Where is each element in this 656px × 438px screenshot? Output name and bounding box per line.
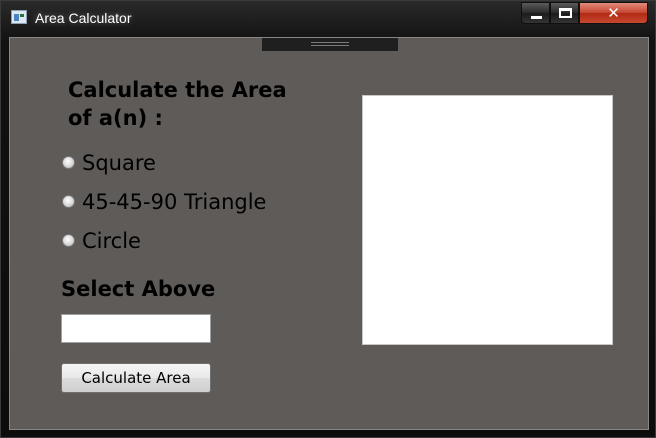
client-area: Calculate the Area of a(n) : Square 45-4… [9, 37, 649, 430]
close-button[interactable]: ✕ [579, 2, 648, 24]
page-heading: Calculate the Area of a(n) : [68, 78, 287, 130]
radio-label-triangle: 45-45-90 Triangle [82, 190, 267, 214]
drag-grip[interactable] [262, 38, 398, 51]
minimize-button[interactable] [521, 2, 550, 24]
select-prompt: Select Above [61, 277, 216, 301]
radio-button-icon[interactable] [62, 155, 75, 169]
radio-label-circle: Circle [82, 229, 141, 253]
calculate-area-button[interactable]: Calculate Area [61, 363, 211, 393]
app-window-icon[interactable] [11, 10, 27, 24]
radio-option-square[interactable]: Square [62, 148, 156, 178]
shape-preview-canvas [362, 95, 613, 345]
close-icon: ✕ [607, 4, 620, 22]
radio-option-circle[interactable]: Circle [62, 226, 141, 256]
maximize-button[interactable] [550, 2, 579, 24]
window-title: Area Calculator [35, 10, 132, 26]
minimize-icon [531, 16, 542, 19]
caption-buttons: ✕ [521, 2, 648, 24]
app-window: Area Calculator ✕ Calculate the Area of … [0, 0, 656, 438]
radio-button-icon[interactable] [62, 194, 75, 208]
radio-button-icon[interactable] [62, 233, 75, 247]
side-length-input[interactable] [61, 314, 211, 343]
title-bar[interactable]: Area Calculator ✕ [1, 1, 655, 33]
radio-label-square: Square [82, 151, 156, 175]
radio-option-triangle[interactable]: 45-45-90 Triangle [62, 187, 266, 217]
maximize-icon [559, 8, 572, 18]
